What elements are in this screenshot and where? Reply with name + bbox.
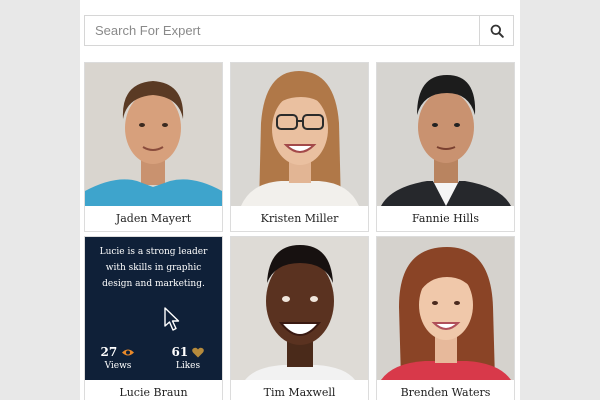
expert-hover-overlay: Lucie is a strong leader with skills in … bbox=[85, 237, 222, 380]
eye-icon bbox=[122, 349, 135, 356]
expert-card[interactable]: Kristen Miller bbox=[230, 62, 369, 232]
expert-card[interactable]: Fannie Hills bbox=[376, 62, 515, 232]
expert-name: Jaden Mayert bbox=[115, 212, 192, 225]
expert-name: Fannie Hills bbox=[412, 212, 479, 225]
expert-photo bbox=[377, 237, 514, 380]
expert-card[interactable]: Lucie is a strong leader with skills in … bbox=[84, 236, 223, 400]
expert-photo bbox=[377, 63, 514, 206]
likes-stat: 61 Likes bbox=[163, 345, 213, 371]
expert-name: Tim Maxwell bbox=[263, 386, 336, 399]
likes-count: 61 bbox=[171, 345, 189, 359]
expert-card[interactable]: Tim Maxwell bbox=[230, 236, 369, 400]
search-bar bbox=[84, 15, 514, 46]
likes-label: Likes bbox=[175, 361, 201, 371]
expert-name: Lucie Braun bbox=[119, 386, 188, 399]
expert-photo bbox=[85, 63, 222, 206]
views-label: Views bbox=[104, 361, 132, 371]
expert-card[interactable]: Brenden Waters bbox=[376, 236, 515, 400]
expert-directory-panel: Jaden Mayert Kristen Miller bbox=[80, 0, 520, 400]
search-input[interactable] bbox=[85, 16, 479, 45]
mouse-cursor-icon bbox=[164, 307, 180, 331]
heart-icon bbox=[192, 347, 205, 358]
expert-name: Brenden Waters bbox=[400, 386, 491, 399]
search-button[interactable] bbox=[479, 16, 513, 45]
views-stat: 27 Views bbox=[93, 345, 143, 371]
search-icon bbox=[490, 24, 504, 38]
expert-card[interactable]: Jaden Mayert bbox=[84, 62, 223, 232]
expert-photo bbox=[231, 63, 368, 206]
views-count: 27 bbox=[100, 345, 118, 359]
expert-bio: Lucie is a strong leader with skills in … bbox=[99, 247, 208, 289]
expert-photo bbox=[231, 237, 368, 380]
expert-name: Kristen Miller bbox=[260, 212, 339, 225]
